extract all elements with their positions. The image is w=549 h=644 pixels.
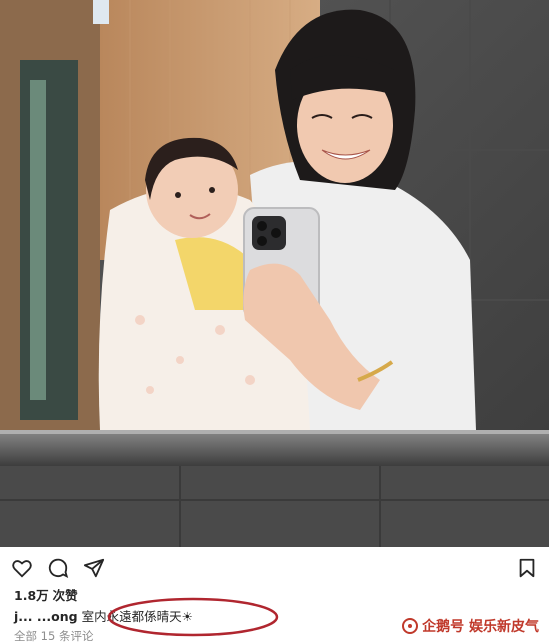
watermark-text: 企鹅号 娱乐新皮气 [422,619,539,635]
caption-text: 室内永遠都係晴天☀ [81,609,193,624]
post-caption: j... ...ong 室内永遠都係晴天☀ [14,606,193,625]
view-comments-link[interactable]: 全部 15 条评论 [14,628,93,644]
mirror-selfie-image [0,0,549,547]
watermark-logo-icon [402,618,419,634]
post-actions-bar [0,552,549,582]
likes-count[interactable]: 1.8万 次赞 [14,585,78,604]
username-link[interactable]: j... ...ong [14,609,78,624]
post-photo[interactable] [0,0,549,547]
share-icon[interactable] [81,555,107,581]
likes-label: 次赞 [52,588,78,603]
comment-icon[interactable] [45,555,71,581]
bookmark-icon[interactable] [514,555,540,581]
watermark: 企鹅号 娱乐新皮气 [402,616,539,636]
heart-icon[interactable] [9,555,35,581]
likes-number: 1.8万 [14,588,49,603]
